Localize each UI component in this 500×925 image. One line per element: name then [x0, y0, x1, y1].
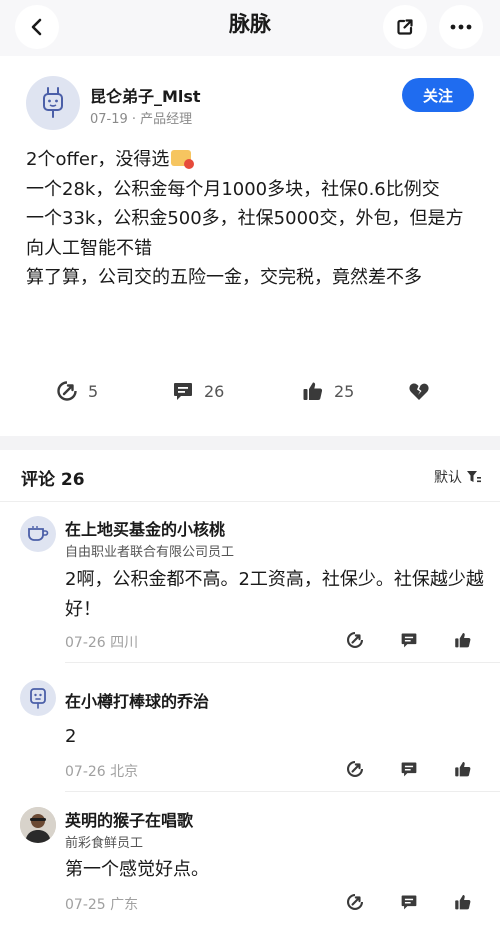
post-actions: 5 26 25	[0, 372, 500, 412]
post-line: 2个offer，没得选	[26, 145, 478, 175]
comment-actions	[346, 760, 472, 778]
commenter-avatar[interactable]	[20, 807, 56, 843]
back-button[interactable]	[15, 5, 59, 49]
comment-text: 2啊，公积金都不高。2工资高，社保少。社保越少越好！	[65, 569, 484, 620]
plug-avatar-icon	[30, 688, 46, 709]
comment-meta: 07-25 广东	[65, 897, 139, 913]
comments-header: 评论 26 默认	[0, 450, 500, 502]
teacup-icon	[28, 526, 49, 541]
comment-text: 2	[65, 726, 77, 747]
comment-actions	[346, 893, 472, 911]
dislike-action[interactable]	[408, 380, 430, 402]
comment-meta: 07-26 四川	[65, 635, 139, 651]
author-name[interactable]: 昆仑弟子_Mlst	[90, 83, 201, 107]
comment-meta: 07-26 北京	[65, 764, 139, 780]
author-meta: 07-19 · 产品经理	[90, 112, 193, 127]
comment-item: 英明的猴子在唱歌 前彩食鲜员工 第一个感觉好点。 07-25 广东	[0, 792, 500, 925]
gift-emoji-icon	[171, 150, 195, 169]
broken-heart-icon	[408, 380, 430, 402]
commenter-company: 自由职业者联合有限公司员工	[65, 545, 235, 560]
post-line: 一个33k，公积金500多，社保5000交，外包，但是方向人工智能不错	[26, 208, 464, 259]
follow-button[interactable]: 关注	[402, 78, 474, 112]
share-arrow-icon[interactable]	[346, 631, 364, 649]
like-count: 25	[334, 381, 355, 401]
commenter-name[interactable]: 在上地买基金的小核桃	[65, 516, 225, 540]
commenter-company: 前彩食鲜员工	[65, 836, 144, 851]
comment-actions	[346, 631, 472, 649]
comment-bubble-icon[interactable]	[400, 631, 418, 649]
share-count: 5	[88, 381, 99, 401]
more-dots-icon	[450, 24, 472, 30]
person-photo-icon	[20, 807, 56, 843]
share-arrow-icon[interactable]	[346, 893, 364, 911]
thumbs-up-icon	[302, 380, 324, 402]
chevron-left-icon	[27, 17, 47, 37]
thumbs-up-icon[interactable]	[454, 893, 472, 911]
commenter-avatar[interactable]	[20, 680, 56, 716]
share-action[interactable]: 5	[56, 380, 98, 402]
post-body: 2个offer，没得选 一个28k，公积金每个月1000多块，社保0.6比例交 …	[26, 145, 478, 293]
comment-bubble-icon	[172, 380, 194, 402]
thumbs-up-icon[interactable]	[454, 631, 472, 649]
share-arrow-icon	[56, 380, 78, 402]
sort-filter-icon	[466, 470, 482, 484]
comments-title: 评论 26	[21, 470, 85, 490]
sort-button[interactable]: 默认	[434, 467, 482, 487]
share-arrow-icon[interactable]	[346, 760, 364, 778]
more-button[interactable]	[439, 5, 483, 49]
comment-count: 26	[204, 381, 225, 401]
comment-text: 第一个感觉好点。	[65, 859, 209, 880]
comment-item: 在小樽打棒球的乔治 2 07-26 北京	[0, 664, 500, 792]
commenter-avatar[interactable]	[20, 516, 56, 552]
like-action[interactable]: 25	[302, 380, 354, 402]
plug-avatar-icon	[43, 87, 63, 118]
author-row: 昆仑弟子_Mlst 07-19 · 产品经理 关注	[0, 56, 500, 146]
avatar[interactable]	[26, 76, 80, 130]
comment-bubble-icon[interactable]	[400, 760, 418, 778]
share-out-icon	[395, 17, 415, 37]
post-line: 算了算，公司交的五险一金，交完税，竟然差不多	[26, 267, 422, 288]
comment-divider	[65, 662, 500, 663]
section-divider	[0, 436, 500, 450]
comment-action[interactable]: 26	[172, 380, 224, 402]
sort-label: 默认	[434, 470, 462, 486]
post-line: 一个28k，公积金每个月1000多块，社保0.6比例交	[26, 178, 440, 200]
comment-item: 在上地买基金的小核桃 自由职业者联合有限公司员工 2啊，公积金都不高。2工资高，…	[0, 503, 500, 663]
top-bar: 脉脉	[0, 0, 500, 56]
thumbs-up-icon[interactable]	[454, 760, 472, 778]
share-button[interactable]	[383, 5, 427, 49]
commenter-name[interactable]: 英明的猴子在唱歌	[65, 807, 193, 831]
commenter-name[interactable]: 在小樽打棒球的乔治	[65, 688, 209, 712]
comment-bubble-icon[interactable]	[400, 893, 418, 911]
page-title: 脉脉	[229, 12, 271, 36]
